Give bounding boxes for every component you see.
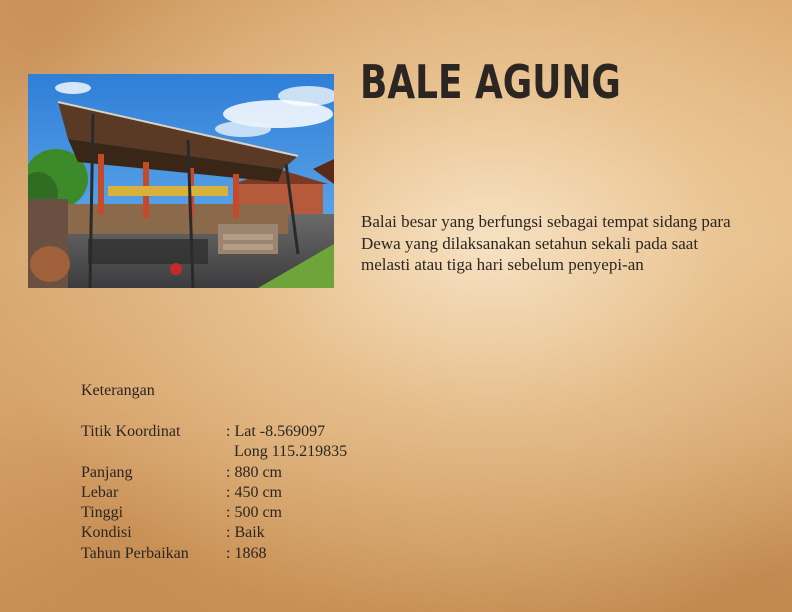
attr-row-kondisi: Kondisi : Baik [81, 523, 347, 543]
attr-value: : 1868 [226, 544, 267, 562]
coordinate-lat: : Lat -8.569097 [226, 423, 326, 440]
info-heading: Keterangan [81, 382, 155, 399]
attr-value: : Lat -8.569097 Long 115.219835 [226, 422, 347, 463]
attr-value: : Baik [226, 524, 265, 542]
attr-row-panjang: Panjang : 880 cm [81, 463, 347, 483]
attr-key: Kondisi [81, 524, 132, 542]
attr-row-coordinate: Titik Koordinat : Lat -8.569097 Long 115… [81, 422, 347, 463]
attr-key: Tahun Perbaikan [81, 544, 189, 562]
attr-value: : 880 cm [226, 463, 282, 481]
attr-row-tahun-perbaikan: Tahun Perbaikan : 1868 [81, 544, 347, 564]
attr-value: : 500 cm [226, 504, 282, 522]
attr-key: Tinggi [81, 504, 124, 522]
attr-value: : 450 cm [226, 483, 282, 501]
attr-row-tinggi: Tinggi : 500 cm [81, 503, 347, 523]
coordinate-long: Long 115.219835 [234, 443, 348, 461]
bale-agung-photo [28, 74, 334, 288]
page-title: BALE AGUNG [360, 55, 621, 109]
attr-row-lebar: Lebar : 450 cm [81, 483, 347, 503]
attr-key: Lebar [81, 483, 119, 501]
attribute-table: Titik Koordinat : Lat -8.569097 Long 115… [81, 422, 347, 564]
attr-key: Panjang [81, 463, 133, 481]
attr-key: Titik Koordinat [81, 423, 181, 440]
description: Balai besar yang berfungsi sebagai tempa… [361, 212, 731, 274]
